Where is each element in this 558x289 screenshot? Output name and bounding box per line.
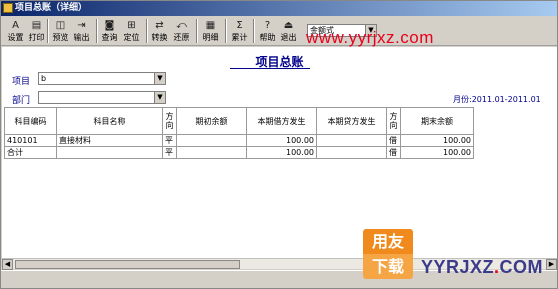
sum-icon: Σ <box>236 20 243 31</box>
table-cell: 借 <box>386 134 401 147</box>
export-button[interactable]: ⇥ 输出 <box>71 18 92 44</box>
column-header[interactable]: 本期贷方发生 <box>316 107 387 135</box>
table-cell: 借 <box>386 146 401 159</box>
table-cell <box>176 134 247 147</box>
column-header[interactable]: 方向 <box>386 107 401 135</box>
table-row[interactable]: 合计平 100.00 借 100.00 <box>4 146 474 159</box>
scroll-right-icon[interactable]: ▶ <box>546 259 557 270</box>
toolbar-button-label: 累计 <box>231 33 248 42</box>
help-button[interactable]: ? 帮助 <box>257 18 278 44</box>
watermark-logo-top: 用友 <box>363 229 413 254</box>
table-cell: 合计 <box>4 146 57 159</box>
sum-button[interactable]: Σ 累计 <box>229 18 250 44</box>
scroll-thumb[interactable] <box>15 260 240 269</box>
toolbar-button-label: 预览 <box>52 33 69 42</box>
settings-icon: A <box>12 20 19 31</box>
table-cell: 100.00 <box>400 146 474 159</box>
export-icon: ⇥ <box>77 20 86 31</box>
project-value: b <box>41 74 47 83</box>
toolbar-button-label: 定位 <box>123 33 140 42</box>
toolbar-separator <box>225 19 227 43</box>
watermark-logo: 用友 下载 <box>363 229 413 279</box>
exit-button[interactable]: ⏏ 退出 <box>278 18 299 44</box>
table-row[interactable]: 410101 直接材料平 100.00 借 100.00 <box>4 134 474 147</box>
title-underline <box>230 68 310 69</box>
ledger-table: 科目编码 科目名称 方向 期初余额 本期借方发生 本期贷方发生 方向 期末余额 410101 直… <box>4 107 474 159</box>
toolbar-button-label: 明细 <box>202 33 219 42</box>
settings-button[interactable]: A 设置 <box>5 18 26 44</box>
exit-icon: ⏏ <box>283 20 294 31</box>
table-cell: 100.00 <box>246 134 317 147</box>
chevron-down-icon[interactable]: ▼ <box>154 73 165 84</box>
table-cell: 410101 <box>4 134 57 147</box>
table-cell: 直接材料 <box>56 134 163 147</box>
toolbar-separator <box>96 19 98 43</box>
column-header[interactable]: 科目编码 <box>4 107 57 135</box>
column-header[interactable]: 期末余额 <box>400 107 474 135</box>
toolbar-separator <box>146 19 148 43</box>
toolbar-button-label: 还原 <box>173 33 190 42</box>
locate-button[interactable]: ⊞ 定位 <box>121 18 142 44</box>
restore-icon: ⤺ <box>176 20 187 31</box>
table-cell: 100.00 <box>246 146 317 159</box>
watermark-logo-bottom: 下载 <box>363 254 413 279</box>
detail-icon: ▦ <box>205 20 216 31</box>
table-cell <box>176 146 247 159</box>
title-bar: 项目总账（详细） <box>1 1 557 16</box>
preview-icon: ◫ <box>55 20 66 31</box>
print-button[interactable]: ▤ 打印 <box>26 18 47 44</box>
locate-icon: ⊞ <box>127 20 136 31</box>
project-label: 项目 <box>12 77 31 87</box>
toolbar: A 设置 ▤ 打印 ◫ 预览 ⇥ 输出 ◙ 查询 ⊞ 定位 ⇄ 转换 ⤺ 还原 ▦ 明细 Σ 累计? 帮助 ⏏ 退出 <box>1 16 557 46</box>
help-icon: ? <box>264 20 271 31</box>
toolbar-separator <box>253 19 255 43</box>
toolbar-separator <box>196 19 198 43</box>
table-cell: 平 <box>162 134 177 147</box>
window-title: 项目总账（详细） <box>15 3 88 13</box>
watermark-site: YYRJXZ.COM <box>421 257 543 278</box>
table-cell <box>56 146 163 159</box>
toolbar-separator <box>47 19 49 43</box>
department-select[interactable]: ▼ <box>38 91 166 104</box>
convert-icon: ⇄ <box>155 20 164 31</box>
watermark-url: www.yyrjxz.com <box>306 28 434 47</box>
column-header[interactable]: 方向 <box>162 107 177 135</box>
table-cell: 100.00 <box>400 134 474 147</box>
main-window: 项目总账（详细） A 设置 ▤ 打印 ◫ 预览 ⇥ 输出 ◙ 查询 ⊞ 定位 ⇄ 转换 ⤺ 还原 ▦ 明细 Σ 累计?… <box>0 0 558 289</box>
query-button[interactable]: ◙ 查询 <box>99 18 120 44</box>
chevron-down-icon[interactable]: ▼ <box>154 92 165 103</box>
table-cell <box>316 146 387 159</box>
app-icon <box>3 3 13 13</box>
table-header-row: 科目编码 科目名称 方向 期初余额 本期借方发生 本期贷方发生 方向 期末余额 <box>4 107 474 135</box>
month-range: 月份:2011.01-2011.01 <box>453 95 541 104</box>
watermark-site-tld: COM <box>499 257 544 277</box>
print-icon: ▤ <box>31 20 42 31</box>
column-header[interactable]: 期初余额 <box>176 107 247 135</box>
table-cell: 平 <box>162 146 177 159</box>
toolbar-button-label: 设置 <box>7 33 24 42</box>
preview-button[interactable]: ◫ 预览 <box>50 18 71 44</box>
query-icon: ◙ <box>104 20 115 31</box>
toolbar-button-label: 退出 <box>280 33 297 42</box>
watermark-site-name: YYRJXZ <box>421 257 495 277</box>
column-header[interactable]: 本期借方发生 <box>246 107 317 135</box>
toolbar-button-label: 打印 <box>28 33 45 42</box>
toolbar-button-label: 查询 <box>101 33 118 42</box>
toolbar-button-label: 帮助 <box>259 33 276 42</box>
project-select[interactable]: b ▼ <box>38 72 166 85</box>
table-cell <box>316 134 387 147</box>
toolbar-button-label: 输出 <box>73 33 90 42</box>
detail-button[interactable]: ▦ 明细 <box>200 18 221 44</box>
restore-button[interactable]: ⤺ 还原 <box>171 18 192 44</box>
report-area: 项目总账 项目 b ▼ 部门 ▼ 月份:2011.01-2011.01 科目编码… <box>2 47 557 267</box>
convert-button[interactable]: ⇄ 转换 <box>149 18 170 44</box>
toolbar-button-label: 转换 <box>151 33 168 42</box>
department-label: 部门 <box>12 96 31 106</box>
column-header[interactable]: 科目名称 <box>56 107 163 135</box>
scroll-left-icon[interactable]: ◀ <box>2 259 13 270</box>
